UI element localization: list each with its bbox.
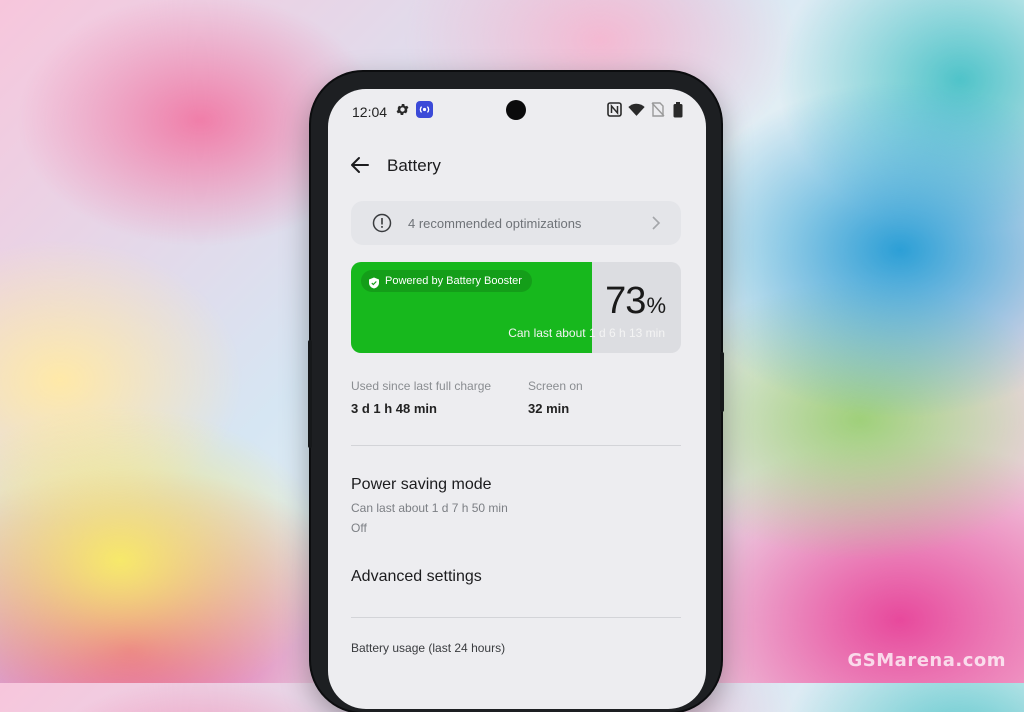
title-bar: Battery (328, 141, 706, 189)
divider (351, 617, 681, 618)
percent-sign: % (646, 293, 666, 318)
status-time: 12:04 (352, 104, 388, 120)
back-arrow-icon[interactable] (348, 153, 372, 177)
divider (351, 445, 681, 446)
gear-icon (395, 102, 410, 122)
page-title: Battery (387, 156, 441, 175)
nfc-broadcast-icon (416, 101, 433, 123)
nfc-icon (607, 102, 622, 122)
power-saving-title: Power saving mode (351, 476, 492, 493)
optimizations-label: 4 recommended optimizations (408, 216, 582, 231)
info-icon (372, 213, 392, 233)
used-since-charge-value: 3 d 1 h 48 min (351, 401, 437, 416)
power-saving-subtitle: Can last about 1 d 7 h 50 min (351, 501, 508, 515)
battery-usage-label: Battery usage (last 24 hours) (351, 641, 506, 655)
shield-icon (368, 275, 380, 289)
front-camera (506, 100, 526, 120)
wifi-icon (628, 102, 645, 122)
side-button (308, 340, 312, 448)
battery-booster-badge: Powered by Battery Booster (361, 270, 532, 292)
advanced-settings-title: Advanced settings (351, 568, 482, 585)
phone-screen: 12:04 Battery 4 recommended optimization… (328, 89, 706, 709)
battery-remaining-time: Can last about 1 d 6 h 13 min (508, 326, 665, 340)
no-sim-icon (651, 102, 665, 122)
screen-on-value: 32 min (528, 401, 570, 416)
screen-on-label: Screen on (528, 379, 583, 393)
battery-icon (673, 102, 683, 123)
power-saving-state: Off (351, 521, 367, 535)
battery-percentage: 73% (605, 280, 666, 323)
battery-percentage-value: 73 (605, 280, 646, 322)
watermark: GSMarena.com (847, 650, 1006, 671)
used-since-charge-label: Used since last full charge (351, 379, 492, 393)
status-bar: 12:04 (328, 89, 706, 133)
battery-level-card: Powered by Battery Booster 73% Can last … (351, 262, 681, 353)
side-button (720, 352, 724, 412)
optimizations-banner[interactable]: 4 recommended optimizations (351, 201, 681, 245)
chevron-right-icon (650, 215, 662, 231)
booster-label: Powered by Battery Booster (385, 275, 522, 287)
